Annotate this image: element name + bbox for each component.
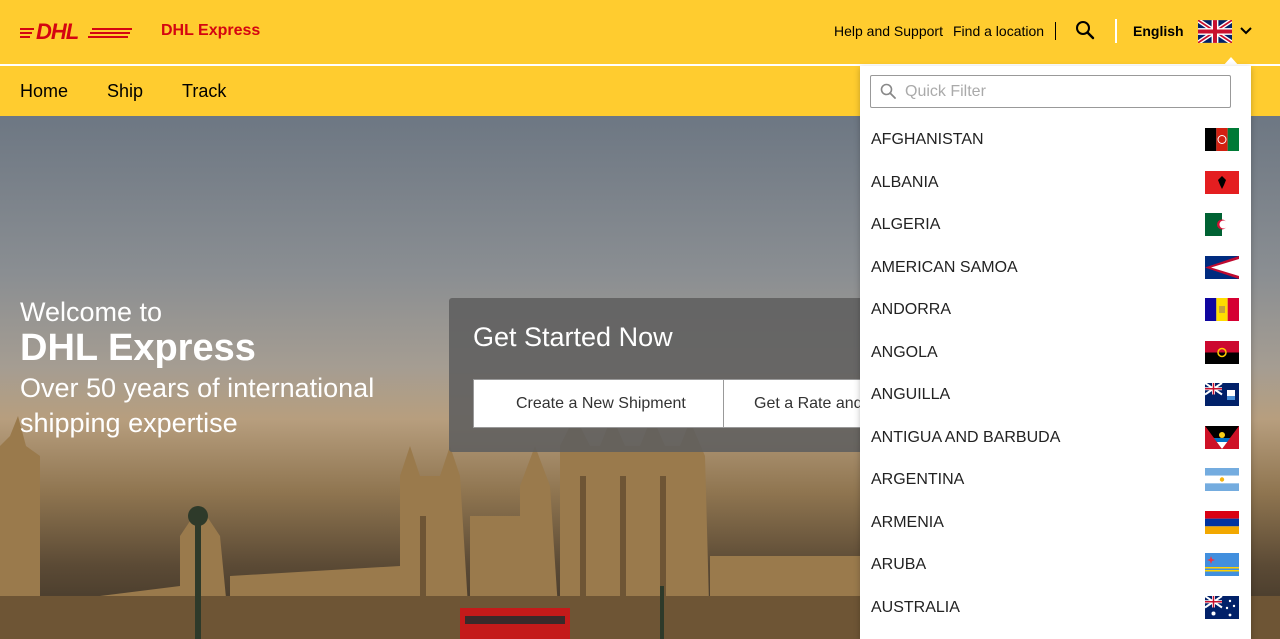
quick-filter-input[interactable] [905,80,1220,104]
welcome-heading: DHL Express [20,327,256,369]
get-started-title: Get Started Now [473,322,673,352]
australia-flag-icon [1205,595,1239,619]
nav-ship[interactable]: Ship [107,81,143,102]
dropdown-caret [1223,57,1239,66]
armenia-flag-icon [1205,510,1239,534]
chevron-down-icon[interactable] [1240,26,1252,36]
country-name: AFGHANISTAN [871,131,984,148]
get-started-panel: Get Started Now Create a New Shipment Ge… [449,298,869,452]
brand-text: DHL Express [161,22,261,39]
nav-home[interactable]: Home [20,81,68,102]
country-name: ARUBA [871,556,927,573]
create-shipment-button[interactable]: Create a New Shipment [473,379,724,428]
country-option[interactable]: ANGUILLA [860,372,1251,415]
country-list: AFGHANISTAN ALBANIA ALGERIA AMERICAN SAM… [860,117,1251,627]
country-name: ALGERIA [871,216,941,233]
welcome-tagline: Over 50 years of international shipping … [20,373,375,438]
dhl-logo[interactable]: DHL [20,19,132,43]
country-option[interactable]: ARGENTINA [860,457,1251,500]
top-header: DHL DHL Express Help and Support Find a … [0,0,1280,64]
nav-track[interactable]: Track [182,81,226,102]
american-samoa-flag-icon [1205,255,1239,279]
get-rate-button[interactable]: Get a Rate and [723,379,869,428]
country-option[interactable]: AMERICAN SAMOA [860,245,1251,288]
header-separator [1055,22,1056,40]
country-name: ANDORRA [871,301,952,318]
country-name: ARGENTINA [871,471,965,488]
language-selector-label[interactable]: English [1133,23,1184,39]
help-and-support-link[interactable]: Help and Support [834,23,943,39]
search-icon[interactable] [1075,20,1095,40]
aruba-flag-icon [1205,553,1239,576]
country-name: ALBANIA [871,173,939,191]
angola-flag-icon [1205,340,1239,364]
country-option[interactable]: ARMENIA [860,500,1251,543]
country-name: ARMENIA [871,513,944,531]
country-option[interactable]: ALGERIA [860,202,1251,245]
country-name: ANTIGUA AND BARBUDA [871,428,1061,446]
header-separator [1115,19,1117,43]
country-name: ANGOLA [871,343,938,361]
welcome-line-1: Welcome to [20,297,163,327]
find-a-location-link[interactable]: Find a location [953,23,1044,39]
quick-filter[interactable] [870,75,1231,108]
country-option[interactable]: ANDORRA [860,287,1251,330]
anguilla-flag-icon [1205,383,1239,406]
afghanistan-flag-icon [1205,128,1239,151]
country-option[interactable]: ARUBA [860,542,1251,585]
country-name: ANGUILLA [871,386,951,403]
country-dropdown: AFGHANISTAN ALBANIA ALGERIA AMERICAN SAM… [860,66,1251,639]
country-name: AMERICAN SAMOA [871,258,1018,276]
country-option[interactable]: AUSTRALIA [860,585,1251,628]
country-option[interactable]: ALBANIA [860,160,1251,203]
algeria-flag-icon [1205,213,1239,236]
albania-flag-icon [1205,170,1239,194]
antigua-and-barbuda-flag-icon [1205,425,1239,449]
search-icon [880,83,896,99]
country-option[interactable]: ANGOLA [860,330,1251,373]
country-option[interactable]: ANTIGUA AND BARBUDA [860,415,1251,458]
andorra-flag-icon [1205,298,1239,321]
country-option[interactable]: AFGHANISTAN [860,117,1251,160]
country-name: AUSTRALIA [871,598,960,616]
argentina-flag-icon [1205,468,1239,491]
uk-flag-icon[interactable] [1198,20,1232,43]
svg-text:DHL: DHL [36,19,79,43]
